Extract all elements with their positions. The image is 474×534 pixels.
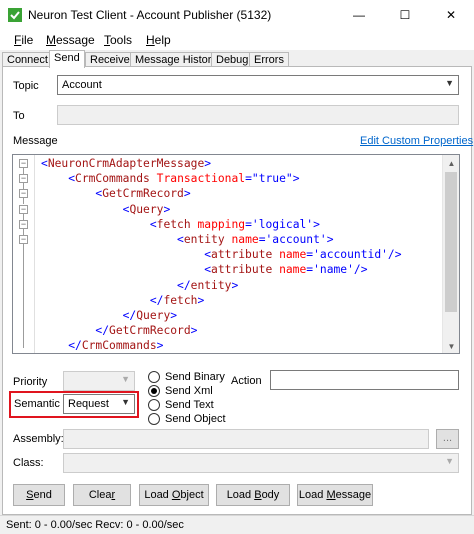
fold-minus-icon[interactable]: − [19,205,28,214]
clear-button[interactable]: Clear [73,484,131,506]
menu-message[interactable]: Message [46,33,95,47]
editor-scrollbar[interactable]: ▲ ▼ [442,155,459,353]
fold-line [23,244,24,348]
load-message-button[interactable]: Load Message [297,484,373,506]
xml-code-line: <Query> [122,202,171,216]
menu-file[interactable]: File [14,33,33,47]
semantic-dropdown[interactable]: Request ▼ [63,394,135,414]
send-text-radio[interactable]: Send Text [148,399,214,411]
fold-minus-icon[interactable]: − [19,159,28,168]
tab-errors[interactable]: Errors [249,52,289,67]
xml-code-line: </fetch> [149,293,205,307]
menu-help[interactable]: Help [146,33,171,47]
priority-dropdown[interactable]: ▼ [63,371,135,391]
minimize-icon: — [353,8,365,22]
chevron-down-icon: ▼ [445,456,454,466]
load-object-button[interactable]: Load Object [139,484,209,506]
action-label: Action [231,375,262,387]
assembly-input[interactable] [63,429,429,449]
radio-circle [148,371,160,383]
send-xml-radio[interactable]: Send Xml [148,385,213,397]
assembly-label: Assembly: [13,433,64,445]
action-input[interactable] [270,370,459,390]
close-button[interactable]: ✕ [428,0,474,30]
class-dropdown[interactable]: ▼ [63,453,459,473]
xml-editor[interactable]: − − − − − − <NeuronCrmAdapterMessage> <C… [12,154,460,354]
xml-code-line: <entity name='account'> [177,232,334,246]
load-body-button[interactable]: Load Body [216,484,290,506]
tab-connect[interactable]: Connect [2,52,53,67]
maximize-button[interactable]: ☐ [382,0,428,30]
xml-code-line: </CrmCommands> [68,339,164,353]
fold-minus-icon[interactable]: − [19,174,28,183]
status-text: Sent: 0 - 0.00/sec Recv: 0 - 0.00/sec [6,519,184,531]
xml-code: <NeuronCrmAdapterMessage> <CrmCommands T… [41,156,402,353]
topic-label: Topic [13,80,39,92]
semantic-label: Semantic [14,398,60,410]
maximize-icon: ☐ [399,8,411,22]
xml-code-line: <fetch mapping='logical'> [149,217,320,231]
minimize-button[interactable]: — [336,0,382,30]
close-icon: ✕ [445,8,457,22]
topic-dropdown[interactable]: Account ▼ [57,75,459,95]
xml-code-line: </GetCrmRecord> [95,324,198,338]
topic-value: Account [62,79,102,91]
browse-assembly-button[interactable]: ... [436,429,459,449]
xml-code-line: </entity> [177,278,239,292]
xml-code-line: <attribute name='accountid'/> [204,248,402,262]
xml-code-line: <GetCrmRecord> [95,187,191,201]
send-binary-radio[interactable]: Send Binary [148,371,225,383]
xml-code-line: </Query> [122,308,178,322]
message-label: Message [13,135,58,147]
scroll-up-icon[interactable]: ▲ [443,155,459,172]
send-button[interactable]: Send [13,484,65,506]
to-label: To [13,110,25,122]
fold-gutter: − − − − − − [13,155,35,353]
tab-receive[interactable]: Receive [85,52,135,67]
tab-debug[interactable]: Debug [211,52,254,67]
window-title: Neuron Test Client - Account Publisher (… [28,8,272,22]
xml-code-line: <attribute name='name'/> [204,263,368,277]
send-object-radio[interactable]: Send Object [148,413,226,425]
tab-strip: Connect Send Receive Message History Deb… [0,50,474,68]
fold-minus-icon[interactable]: − [19,235,28,244]
chevron-down-icon: ▼ [445,78,454,88]
fold-minus-icon[interactable]: − [19,220,28,229]
chevron-down-icon: ▼ [121,397,130,407]
tab-send[interactable]: Send [49,50,85,68]
scroll-thumb[interactable] [445,172,457,312]
status-bar: Sent: 0 - 0.00/sec Recv: 0 - 0.00/sec [0,515,474,534]
scroll-down-icon[interactable]: ▼ [443,338,459,353]
menu-tools[interactable]: Tools [104,33,132,47]
fold-minus-icon[interactable]: − [19,189,28,198]
app-icon [8,8,22,22]
menu-bar: File Message Tools Help [0,30,474,50]
to-input[interactable] [57,105,459,125]
xml-code-line: <CrmCommands Transactional="true"> [68,172,300,186]
priority-label: Priority [13,376,48,388]
chevron-down-icon: ▼ [121,374,130,384]
radio-circle [148,385,160,397]
radio-circle [148,413,160,425]
edit-custom-properties-link[interactable]: Edit Custom Properties [360,135,473,147]
semantic-value: Request [68,398,109,410]
title-bar: Neuron Test Client - Account Publisher (… [0,0,474,30]
class-label: Class: [13,457,44,469]
radio-circle [148,399,160,411]
tab-message-history[interactable]: Message History [130,52,222,67]
xml-code-line: <NeuronCrmAdapterMessage> [41,157,212,170]
